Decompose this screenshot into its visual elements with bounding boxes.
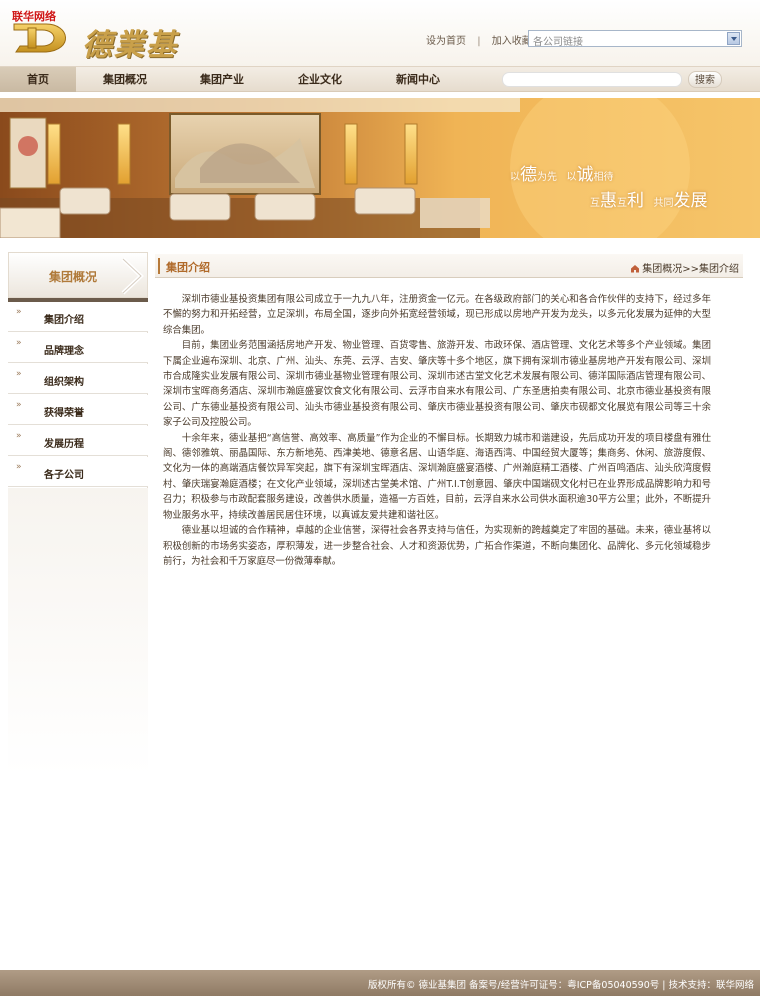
slogan-line-2: 互惠互利 共同发展 [590,191,708,211]
sidebar-item-brand-concept[interactable]: » 品牌理念 [8,333,148,363]
nav-item-corporate-culture[interactable]: 企业文化 [291,67,349,92]
chevron-right-icon [121,257,144,295]
top-links-separator: | [477,36,481,47]
sidebar-header: 集团概况 [8,252,148,298]
logo[interactable]: 德業基 [12,18,182,63]
double-arrow-icon: » [16,462,22,472]
logo-text: 德業基 [82,28,178,63]
add-favorite-link[interactable]: 加入收藏 [492,36,532,47]
sidebar-item-label: 获得荣誉 [44,408,84,419]
double-arrow-icon: » [16,431,22,441]
sidebar-item-history[interactable]: » 发展历程 [8,426,148,456]
sidebar-background [8,488,148,968]
nav-item-news-center[interactable]: 新闻中心 [389,67,447,92]
content-header: 集团介绍 集团概况>>集团介绍 [155,254,743,278]
double-arrow-icon: » [16,307,22,317]
double-arrow-icon: » [16,369,22,379]
sidebar-title: 集团概况 [49,270,98,284]
footer: 版权所有© 德业基集团 备案号/经营许可证号：粤ICP备05040590号 | … [0,970,760,996]
watermark: 联华网络 [12,10,56,23]
header: 联华网络 德業基 设为首页 | 加入收藏 各公司链接 [0,0,760,66]
article-paragraph: 深圳市德业基投资集团有限公司成立于一九九八年，注册资金一亿元。在各级政府部门的关… [163,294,711,336]
nav-item-group-overview[interactable]: 集团概况 [96,67,154,92]
sidebar-item-label: 组织架构 [44,377,84,388]
search-input[interactable] [502,72,682,87]
top-links: 设为首页 | 加入收藏 [426,32,540,47]
nav-item-group-industry[interactable]: 集团产业 [193,67,251,92]
main-nav: 首页 集团概况 集团产业 企业文化 新闻中心 搜索 [0,66,760,92]
breadcrumb-text[interactable]: 集团概况>>集团介绍 [642,264,739,275]
sidebar-item-label: 品牌理念 [44,346,84,357]
double-arrow-icon: » [16,400,22,410]
chevron-down-icon[interactable] [727,32,740,45]
search-button[interactable]: 搜索 [688,71,722,88]
sidebar-item-label: 集团介绍 [44,315,84,326]
nav-item-home[interactable]: 首页 [0,67,76,92]
set-home-link[interactable]: 设为首页 [426,36,466,47]
sidebar-item-label: 各子公司 [44,470,84,481]
sidebar: 集团概况 » 集团介绍 » 品牌理念 » 组织架构 » 获得荣誉 » 发展历程 … [8,252,148,968]
banner-image [0,98,760,238]
footer-copyright: 版权所有© 德业基集团 备案号/经营许可证号：粤ICP备05040590号 | … [368,980,754,991]
double-arrow-icon: » [16,338,22,348]
company-select-value: 各公司链接 [533,37,583,48]
page-title: 集团介绍 [166,261,210,274]
sidebar-item-honors[interactable]: » 获得荣誉 [8,395,148,425]
home-icon[interactable] [630,264,640,273]
article-body: 深圳市德业基投资集团有限公司成立于一九九八年，注册资金一亿元。在各级政府部门的关… [163,292,711,569]
article-paragraph: 目前，集团业务范围涵括房地产开发、物业管理、百货零售、旅游开发、市政环保、酒店管… [163,340,711,429]
sidebar-item-group-intro[interactable]: » 集团介绍 [8,302,148,332]
company-links-select[interactable]: 各公司链接 [528,30,742,48]
article-paragraph: 德业基以坦诚的合作精神，卓越的企业信誉，深得社会各界支持与信任，为实现新的跨越奠… [163,525,711,567]
title-accent-bar [158,258,160,274]
sidebar-item-label: 发展历程 [44,439,84,450]
breadcrumb: 集团概况>>集团介绍 [630,260,739,275]
sidebar-item-subsidiaries[interactable]: » 各子公司 [8,457,148,487]
sidebar-item-org-structure[interactable]: » 组织架构 [8,364,148,394]
banner: 以德为先 以诚相待 互惠互利 共同发展 [0,98,760,238]
article-paragraph: 十余年来，德业基把“高信誉、高效率、高质量”作为企业的不懈目标。长期致力城市和谐… [163,432,711,521]
slogan-line-1: 以德为先 以诚相待 [510,165,614,185]
